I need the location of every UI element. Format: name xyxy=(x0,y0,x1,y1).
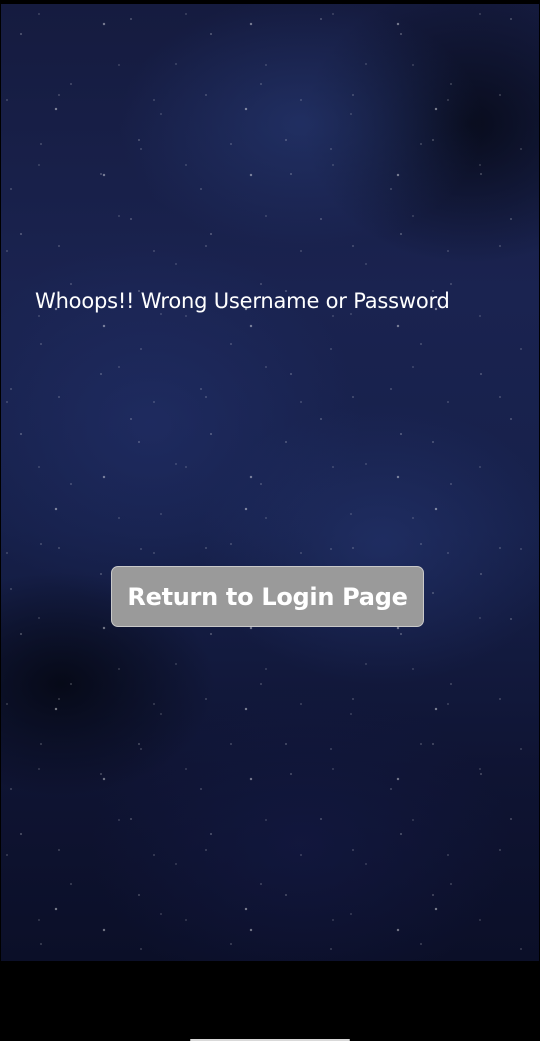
app-screen: Whoops!! Wrong Username or Password Retu… xyxy=(0,0,540,1041)
return-to-login-button[interactable]: Return to Login Page xyxy=(111,566,424,627)
starry-background: Whoops!! Wrong Username or Password Retu… xyxy=(1,4,539,961)
navigation-bar xyxy=(0,961,540,1041)
error-message: Whoops!! Wrong Username or Password xyxy=(35,289,450,313)
stars-layer-2 xyxy=(1,4,539,961)
